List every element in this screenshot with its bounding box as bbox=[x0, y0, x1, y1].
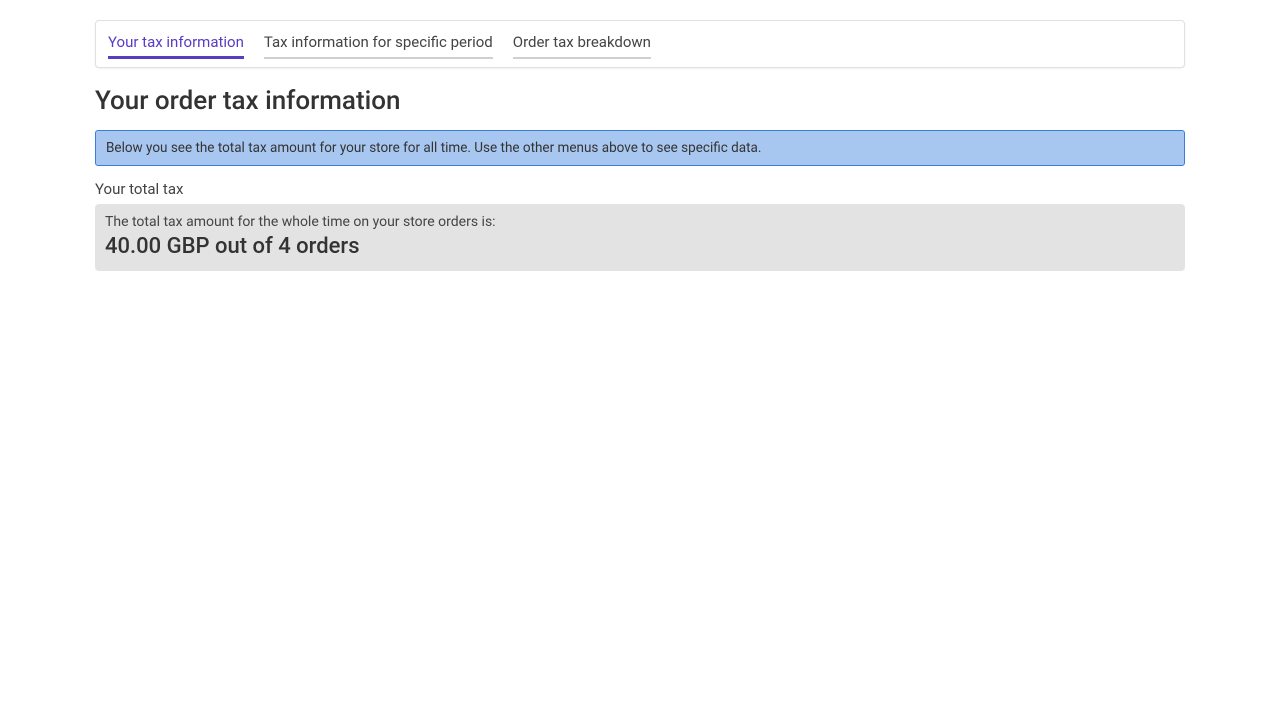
summary-value: 40.00 GBP out of 4 orders bbox=[105, 234, 1175, 259]
page-title: Your order tax information bbox=[95, 86, 1185, 116]
tabs-list: Your tax information Tax information for… bbox=[108, 31, 1172, 59]
section-label: Your total tax bbox=[95, 180, 1185, 198]
tabs-container: Your tax information Tax information for… bbox=[95, 20, 1185, 68]
tab-specific-period[interactable]: Tax information for specific period bbox=[264, 31, 493, 59]
tab-your-tax-information[interactable]: Your tax information bbox=[108, 31, 244, 59]
total-tax-summary: The total tax amount for the whole time … bbox=[95, 204, 1185, 271]
tab-order-breakdown[interactable]: Order tax breakdown bbox=[513, 31, 651, 59]
summary-description: The total tax amount for the whole time … bbox=[105, 214, 1175, 230]
info-banner: Below you see the total tax amount for y… bbox=[95, 130, 1185, 166]
